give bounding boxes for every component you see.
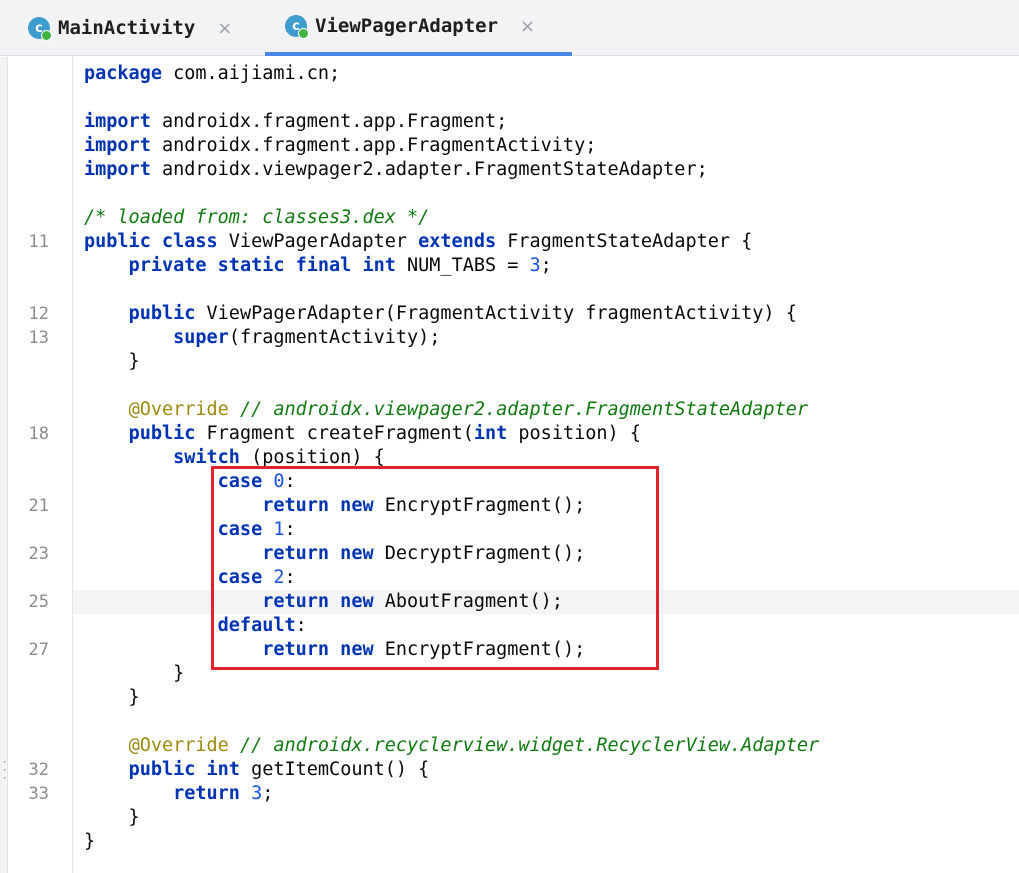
code-line[interactable]: package com.aijiami.cn; (84, 62, 340, 86)
line-number: 27 (28, 640, 49, 660)
code-line[interactable]: @Override // androidx.viewpager2.adapter… (84, 398, 808, 422)
editor-left-edge: · · · (0, 57, 8, 873)
line-number: 33 (28, 784, 49, 804)
line-number-gutter (8, 57, 73, 873)
code-line[interactable]: public int getItemCount() { (84, 758, 430, 782)
line-number: 21 (28, 496, 49, 516)
code-line[interactable]: import androidx.fragment.app.Fragment; (84, 110, 507, 134)
code-line[interactable]: public Fragment createFragment(int posit… (84, 422, 641, 446)
line-number: 32 (28, 760, 49, 780)
class-icon: c (285, 15, 309, 39)
code-line[interactable]: } (84, 350, 140, 374)
code-line[interactable]: import androidx.viewpager2.adapter.Fragm… (84, 158, 708, 182)
drag-handle-icon[interactable]: · · · (2, 759, 7, 784)
code-line[interactable]: private static final int NUM_TABS = 3; (84, 254, 552, 278)
code-line[interactable]: return 3; (84, 782, 273, 806)
code-line[interactable]: /* loaded from: classes3.dex */ (84, 206, 429, 230)
class-icon: c (28, 17, 52, 41)
line-number: 25 (28, 592, 49, 612)
code-line[interactable]: super(fragmentActivity); (84, 326, 440, 350)
tab-view-pager-adapter[interactable]: c ViewPagerAdapter × (265, 0, 572, 56)
close-icon[interactable]: × (217, 18, 232, 39)
line-number: 23 (28, 544, 49, 564)
code-line[interactable]: } (84, 830, 95, 854)
highlight-annotation-box (211, 466, 659, 670)
line-number: 13 (28, 328, 49, 348)
code-line[interactable]: } (84, 806, 140, 830)
code-line[interactable]: public ViewPagerAdapter(FragmentActivity… (84, 302, 797, 326)
line-number: 11 (28, 232, 49, 252)
tab-main-activity[interactable]: c MainActivity × (28, 0, 248, 56)
line-number: 12 (28, 304, 49, 324)
code-line[interactable]: } (84, 686, 140, 710)
tab-label: MainActivity (58, 17, 196, 39)
close-icon[interactable]: × (520, 16, 535, 37)
line-number: 18 (28, 424, 49, 444)
editor-tab-bar: c MainActivity × c ViewPagerAdapter × (0, 0, 1019, 56)
code-line[interactable]: @Override // androidx.recyclerview.widge… (84, 734, 820, 758)
code-line[interactable]: } (84, 662, 184, 686)
code-line[interactable]: import androidx.fragment.app.FragmentAct… (84, 134, 596, 158)
code-line[interactable]: public class ViewPagerAdapter extends Fr… (84, 230, 752, 254)
tab-label: ViewPagerAdapter (315, 15, 499, 37)
